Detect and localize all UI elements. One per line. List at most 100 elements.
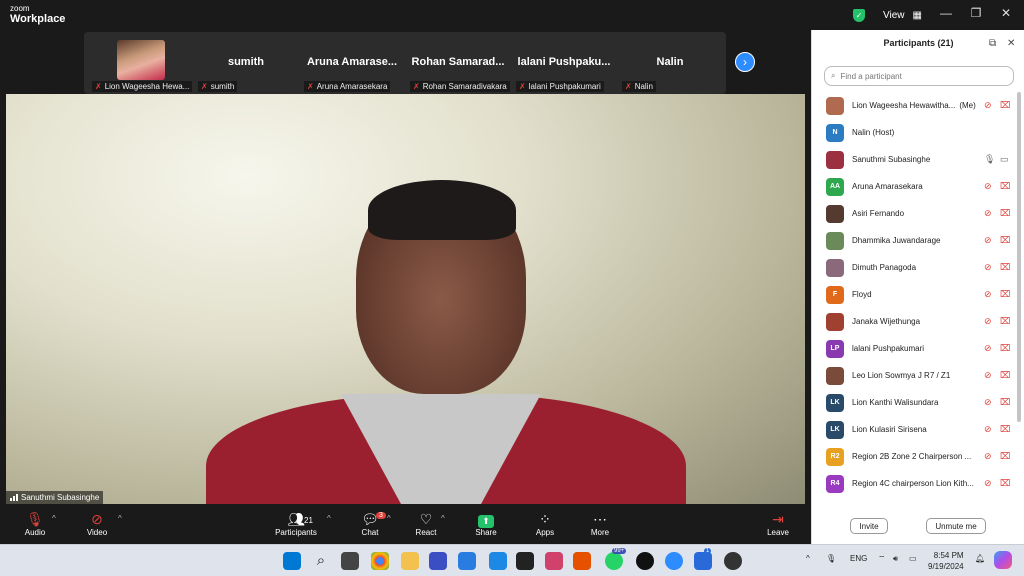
mic-muted-icon[interactable]: ⊘: [984, 424, 992, 435]
gallery-tile[interactable]: Nalin ✗ Nalin: [618, 32, 722, 94]
gallery-tile[interactable]: sumith ✗ sumith: [194, 32, 298, 94]
wifi-icon[interactable]: ⌔: [878, 554, 886, 564]
participant-row[interactable]: Sanuthmi Subasinghe 🎙︎ ▭: [812, 146, 1017, 173]
audio-options-caret[interactable]: ^: [52, 514, 56, 523]
mic-muted-icon[interactable]: ⊘: [984, 235, 992, 246]
video-off-icon[interactable]: ⌧: [1000, 208, 1010, 219]
video-off-icon[interactable]: ⌧: [1000, 478, 1010, 489]
whatsapp-icon[interactable]: [605, 552, 623, 570]
copilot-icon[interactable]: [994, 551, 1012, 569]
participant-row[interactable]: LP lalani Pushpakumari ⊘ ⌧: [812, 335, 1017, 362]
video-off-icon[interactable]: ⌧: [1000, 343, 1010, 354]
mail-icon[interactable]: [429, 552, 447, 570]
volume-icon[interactable]: 🔊︎: [893, 554, 898, 564]
video-off-icon[interactable]: ⌧: [1000, 370, 1010, 381]
mic-muted-icon[interactable]: ⊘: [984, 289, 992, 300]
view-button[interactable]: ✓ View ▦: [853, 5, 922, 25]
participant-name-text: Dhammika Juwandarage: [852, 236, 941, 245]
participant-row[interactable]: Leo Lion Sowmya J R7 / Z1 ⊘ ⌧: [812, 362, 1017, 389]
video-off-icon[interactable]: ⌧: [1000, 100, 1010, 111]
video-off-icon[interactable]: ⌧: [1000, 235, 1010, 246]
restore-icon[interactable]: ❐: [966, 6, 986, 20]
start-icon[interactable]: [283, 552, 301, 570]
notepad-icon[interactable]: [489, 552, 507, 570]
task-view-icon[interactable]: [341, 552, 359, 570]
mic-muted-icon[interactable]: ⊘: [984, 397, 992, 408]
video-off-icon[interactable]: ⌧: [1000, 316, 1010, 327]
participant-row[interactable]: Dhammika Juwandarage ⊘ ⌧: [812, 227, 1017, 254]
participants-options-caret[interactable]: ^: [327, 514, 331, 523]
battery-icon[interactable]: ▭: [909, 554, 917, 563]
participant-list-scrollbar[interactable]: [1017, 92, 1021, 422]
file-explorer-icon[interactable]: [401, 552, 419, 570]
video-button[interactable]: ⊘ Video: [69, 510, 125, 542]
participant-row[interactable]: R2 Region 2B Zone 2 Chairperson ... ⊘ ⌧: [812, 443, 1017, 470]
participant-row[interactable]: Asiri Fernando ⊘ ⌧: [812, 200, 1017, 227]
mic-muted-icon[interactable]: ⊘: [984, 343, 992, 354]
mic-muted-icon[interactable]: ⊘: [984, 478, 992, 489]
mic-muted-icon[interactable]: ⊘: [984, 451, 992, 462]
react-button[interactable]: ♡ React: [398, 510, 454, 542]
participant-row[interactable]: F Floyd ⊘ ⌧: [812, 281, 1017, 308]
mic-muted-icon[interactable]: ⊘: [984, 181, 992, 192]
active-speaker-video[interactable]: Sanuthmi Subasinghe: [6, 94, 805, 504]
video-off-icon[interactable]: ⌧: [1000, 451, 1010, 462]
close-icon[interactable]: ✕: [1007, 38, 1015, 49]
video-off-icon[interactable]: ⌧: [1000, 181, 1010, 192]
react-options-caret[interactable]: ^: [441, 514, 445, 523]
video-options-caret[interactable]: ^: [118, 514, 122, 523]
participant-row[interactable]: LK Lion Kanthi Walisundara ⊘ ⌧: [812, 389, 1017, 416]
share-button[interactable]: ⬆ Share: [458, 510, 514, 542]
language-indicator[interactable]: ENG: [850, 554, 867, 563]
participant-row[interactable]: Dimuth Panagoda ⊘ ⌧: [812, 254, 1017, 281]
mic-muted-icon[interactable]: ⊘: [984, 208, 992, 219]
participant-row[interactable]: Janaka Wijethunga ⊘ ⌧: [812, 308, 1017, 335]
more-button[interactable]: ⋯ More: [572, 510, 628, 542]
unmute-me-button[interactable]: Unmute me: [926, 518, 986, 534]
chevron-up-icon[interactable]: ^: [806, 554, 810, 563]
todo-icon[interactable]: [694, 552, 712, 570]
mic-muted-icon[interactable]: ⊘: [984, 370, 992, 381]
clock[interactable]: 8:54 PM 9/19/2024: [928, 550, 964, 572]
participant-row[interactable]: R4 Region 4C chairperson Lion Kith... ⊘ ⌧: [812, 470, 1017, 497]
participant-row[interactable]: AA Aruna Amarasekara ⊘ ⌧: [812, 173, 1017, 200]
ppt-icon[interactable]: [573, 552, 591, 570]
zoom-icon[interactable]: [665, 552, 683, 570]
chrome-icon[interactable]: [371, 552, 389, 570]
mic-icon[interactable]: 🎙︎: [826, 554, 836, 563]
tiktok-icon[interactable]: [636, 552, 654, 570]
minimize-icon[interactable]: —: [936, 6, 956, 20]
gallery-tile[interactable]: Aruna Amarase... ✗ Aruna Amarasekara: [300, 32, 404, 94]
leave-button[interactable]: ⇥ Leave: [750, 510, 806, 542]
invite-button[interactable]: Invite: [850, 518, 888, 534]
participant-row[interactable]: Lion Wageesha Hewawitha... (Me) ⊘ ⌧: [812, 92, 1017, 119]
popout-icon[interactable]: ⧉: [989, 38, 996, 49]
participants-button[interactable]: 👥︎ 21 Participants: [268, 510, 324, 542]
notification-icon[interactable]: 🔔︎: [975, 554, 985, 563]
mic-muted-icon[interactable]: ⊘: [984, 100, 992, 111]
sticky-notes-icon[interactable]: [516, 552, 534, 570]
gallery-tile[interactable]: ✗ Lion Wageesha Hewa...: [88, 32, 193, 94]
security-shield-icon[interactable]: ✓: [853, 8, 865, 22]
media-player-icon[interactable]: [724, 552, 742, 570]
gallery-next-button[interactable]: ›: [735, 52, 755, 72]
participant-search-input[interactable]: ⌕ Find a participant: [824, 66, 1014, 86]
gallery-tile[interactable]: Rohan Samarad... ✗ Rohan Samaradivakara: [406, 32, 510, 94]
mic-icon[interactable]: 🎙︎: [984, 154, 995, 165]
video-off-icon[interactable]: ⌧: [1000, 424, 1010, 435]
chat-options-caret[interactable]: ^: [387, 514, 391, 523]
snipping-tool-icon[interactable]: [545, 552, 563, 570]
participant-row[interactable]: N Nalin (Host): [812, 119, 1017, 146]
video-off-icon[interactable]: ⌧: [1000, 262, 1010, 273]
video-off-icon[interactable]: ⌧: [1000, 289, 1010, 300]
search-icon[interactable]: ⌕: [312, 552, 330, 570]
word-icon[interactable]: [458, 552, 476, 570]
video-off-icon[interactable]: ⌧: [1000, 397, 1010, 408]
apps-button[interactable]: ⁘ Apps: [517, 510, 573, 542]
video-icon[interactable]: ▭: [1000, 154, 1009, 165]
close-icon[interactable]: ✕: [996, 6, 1016, 20]
mic-muted-icon[interactable]: ⊘: [984, 316, 992, 327]
participant-row[interactable]: LK Lion Kulasiri Sirisena ⊘ ⌧: [812, 416, 1017, 443]
gallery-tile[interactable]: lalani Pushpaku... ✗ lalani Pushpakumari: [512, 32, 616, 94]
mic-muted-icon[interactable]: ⊘: [984, 262, 992, 273]
